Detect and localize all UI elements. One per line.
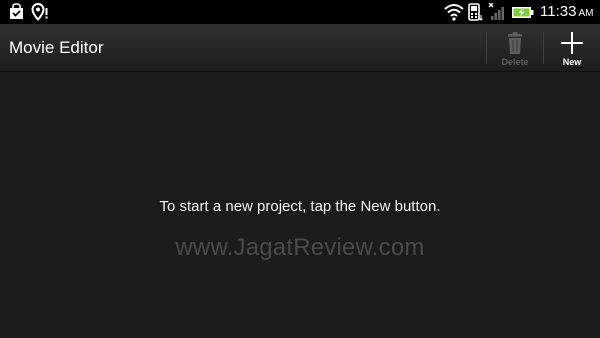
plus-icon [560, 31, 584, 55]
watermark: www.JagatReview.com [175, 234, 425, 261]
wifi-icon [444, 3, 464, 26]
new-label: New [562, 57, 582, 67]
project-list-area: To start a new project, tap the New butt… [0, 72, 600, 338]
status-bar: 11:33 AM [0, 0, 600, 24]
delete-button[interactable]: Delete [487, 24, 543, 71]
status-time: 11:33 AM [540, 3, 594, 20]
action-bar: Movie Editor Delete New [0, 24, 600, 72]
no-signal-icon [488, 2, 506, 26]
shopping-bag-icon [8, 3, 25, 25]
battery-charging-icon [511, 3, 535, 26]
phone-data-icon [468, 3, 484, 26]
app-title: Movie Editor [9, 38, 104, 57]
new-button[interactable]: New [544, 24, 600, 71]
delete-label: Delete [501, 57, 529, 67]
location-pin-icon [31, 2, 49, 26]
trash-icon [506, 31, 524, 55]
empty-state-message: To start a new project, tap the New butt… [159, 198, 441, 215]
